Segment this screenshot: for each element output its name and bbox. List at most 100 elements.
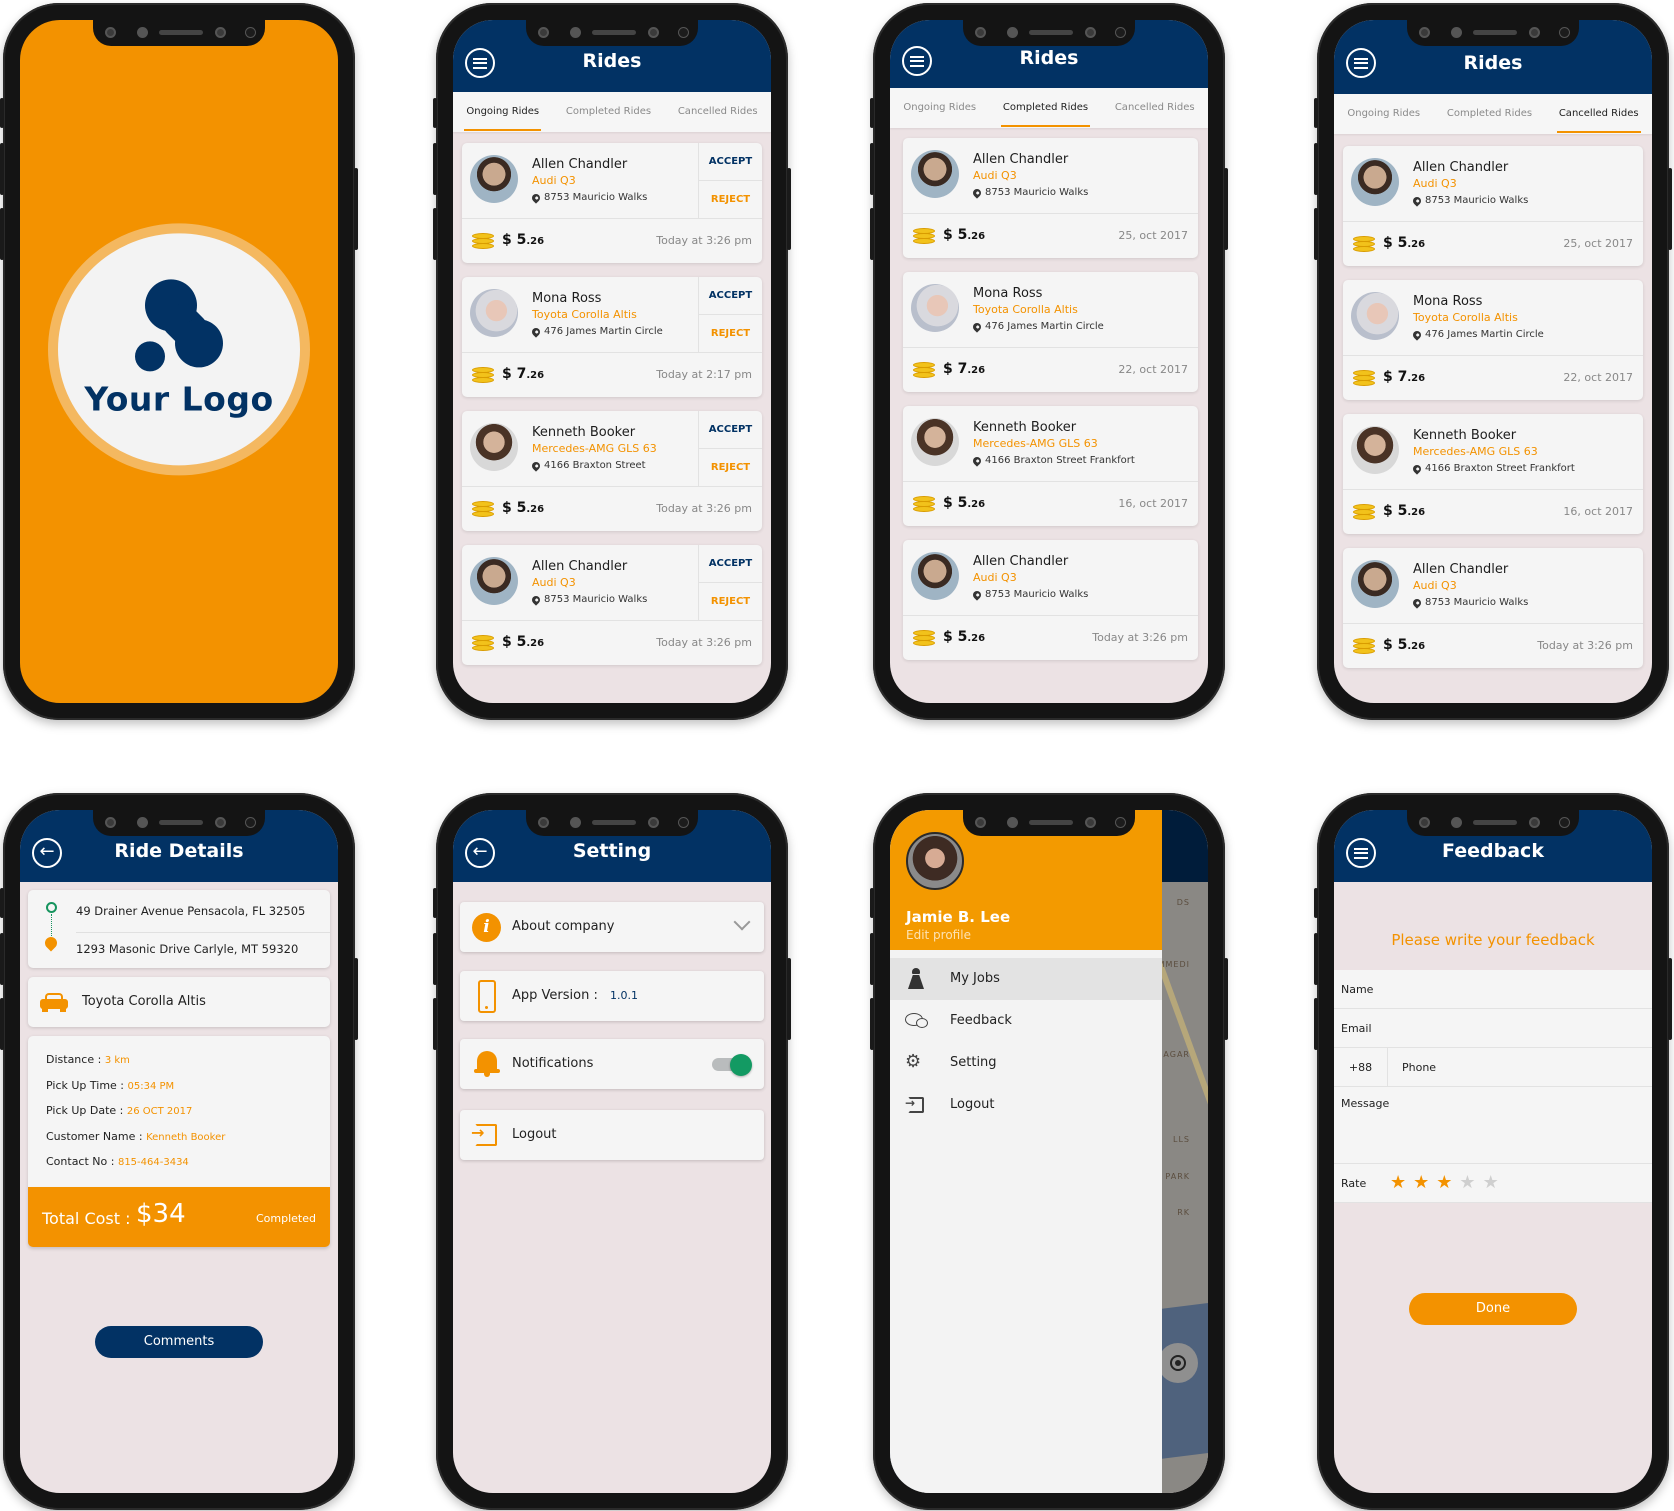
location-pin-icon xyxy=(530,593,542,606)
map-label: LLS xyxy=(1173,1135,1190,1144)
ride-info-panel: Distance : 3 km Pick Up Time : 05:34 PM Pi… xyxy=(28,1036,330,1188)
star-icon[interactable]: ★ xyxy=(1483,1174,1499,1192)
ride-card-fare: $ 5.26 Today at 3:26 pm xyxy=(903,617,1198,660)
car-model: Audi Q3 xyxy=(973,169,1017,182)
tab-cancelled-rides[interactable]: Cancelled Rides xyxy=(1113,88,1197,128)
car-model: Mercedes-AMG GLS 63 xyxy=(532,442,657,455)
email-field[interactable]: Email xyxy=(1334,1009,1652,1048)
comments-button[interactable]: Comments xyxy=(95,1326,263,1358)
total-cost-bar: Total Cost : $34 Completed xyxy=(28,1187,330,1247)
drawer-item-my-jobs[interactable]: My Jobs xyxy=(890,958,1162,1000)
star-icon[interactable]: ★ xyxy=(1459,1174,1475,1192)
avatar xyxy=(470,423,518,471)
tab-completed-rides[interactable]: Completed Rides xyxy=(1000,88,1091,128)
page-title: Setting xyxy=(572,840,652,862)
ride-card[interactable]: Allen Chandler Audi Q3 8753 Mauricio Walks… xyxy=(462,143,762,263)
ride-card[interactable]: Allen Chandler Audi Q3 8753 Mauricio Walks… xyxy=(1343,548,1643,668)
address-text: 8753 Mauricio Walks xyxy=(985,187,1089,198)
tab-cancelled-rides[interactable]: Cancelled Rides xyxy=(676,92,760,132)
ride-card[interactable]: Mona Ross Toyota Corolla Altis 476 James M… xyxy=(903,272,1198,392)
page-title: Rides xyxy=(1019,47,1079,69)
about-company-label: About company xyxy=(512,919,615,934)
drawer-item-logout[interactable]: Logout xyxy=(890,1084,1162,1126)
address-text: 8753 Mauricio Walks xyxy=(1425,195,1529,206)
avatar xyxy=(470,155,518,203)
tab-completed-rides[interactable]: Completed Rides xyxy=(1445,94,1534,134)
tab-ongoing-rides[interactable]: Ongoing Rides xyxy=(1345,94,1422,134)
star-rating[interactable]: ★ ★ ★ ★ ★ xyxy=(1390,1174,1499,1192)
notifications-toggle[interactable] xyxy=(712,1054,752,1076)
rides-screen: Rides Ongoing Rides Completed Rides Cancel… xyxy=(453,20,771,703)
location-pin-icon xyxy=(1411,462,1423,475)
accept-button[interactable]: ACCEPT xyxy=(699,411,762,449)
chat-icon xyxy=(905,1013,928,1028)
rides-screen: Rides Ongoing Rides Completed Rides Cancel… xyxy=(1334,20,1652,703)
location-pin-icon xyxy=(971,320,983,333)
tab-ongoing-rides[interactable]: Ongoing Rides xyxy=(901,88,978,128)
ride-card[interactable]: Mona Ross Toyota Corolla Altis 476 James M… xyxy=(462,277,762,397)
pickup-address: 8753 Mauricio Walks xyxy=(971,186,1089,199)
ride-card[interactable]: Kenneth Booker Mercedes-AMG GLS 63 4166 Br… xyxy=(1343,414,1643,534)
done-button[interactable]: Done xyxy=(1409,1293,1577,1325)
ride-time: 25, oct 2017 xyxy=(1118,229,1188,242)
pickup-address: 476 James Martin Circle xyxy=(1411,328,1544,341)
message-field[interactable]: Message xyxy=(1334,1087,1652,1164)
ride-card[interactable]: Allen Chandler Audi Q3 8753 Mauricio Walks… xyxy=(903,138,1198,258)
driver-icon xyxy=(908,968,924,990)
ride-time: Today at 3:26 pm xyxy=(656,234,752,247)
ride-card[interactable]: Kenneth Booker Mercedes-AMG GLS 63 4166 Br… xyxy=(462,411,762,531)
phone-side-button xyxy=(0,98,4,128)
fare-main: 5 xyxy=(516,232,527,248)
accept-button[interactable]: ACCEPT xyxy=(699,277,762,315)
country-code-field[interactable]: +88 xyxy=(1334,1048,1388,1087)
address-text: 476 James Martin Circle xyxy=(544,326,663,337)
ride-card[interactable]: Allen Chandler Audi Q3 8753 Mauricio Walks… xyxy=(1343,146,1643,266)
fare-cents: .26 xyxy=(1407,641,1426,652)
passenger-name: Mona Ross xyxy=(532,291,602,306)
coins-icon xyxy=(913,362,935,380)
phone-field[interactable]: Phone xyxy=(1402,1061,1436,1074)
avatar[interactable] xyxy=(906,832,964,890)
accept-button[interactable]: ACCEPT xyxy=(699,545,762,583)
currency: $ xyxy=(1383,503,1393,519)
drawer-item-setting[interactable]: ⚙ Setting xyxy=(890,1042,1162,1084)
ride-tabs: Ongoing Rides Completed Rides Cancelled Ri… xyxy=(1334,94,1652,134)
reject-button[interactable]: REJECT xyxy=(699,315,762,352)
fare-main: 5 xyxy=(1397,637,1408,653)
fare: $ 5.26 xyxy=(1383,235,1425,251)
currency: $ xyxy=(1383,369,1393,385)
pickup-address: 8753 Mauricio Walks xyxy=(530,191,647,204)
phone-rides-cancelled: Rides Ongoing Rides Completed Rides Cancel… xyxy=(1314,3,1672,720)
star-icon[interactable]: ★ xyxy=(1390,1174,1406,1192)
accept-button[interactable]: ACCEPT xyxy=(699,143,762,181)
tab-completed-rides[interactable]: Completed Rides xyxy=(564,92,653,132)
edit-profile-link[interactable]: Edit profile xyxy=(906,928,971,942)
ride-card[interactable]: Mona Ross Toyota Corolla Altis 476 James M… xyxy=(1343,280,1643,400)
dropoff-address: 1293 Masonic Drive Carlyle, MT 59320 xyxy=(76,942,299,956)
ride-card[interactable]: Kenneth Booker Mercedes-AMG GLS 63 4166 Br… xyxy=(903,406,1198,526)
name-field[interactable]: Name xyxy=(1334,970,1652,1009)
my-location-button[interactable] xyxy=(1158,1343,1198,1383)
ride-card[interactable]: Allen Chandler Audi Q3 8753 Mauricio Walks… xyxy=(462,545,762,665)
fare-main: 5 xyxy=(1397,503,1408,519)
reject-button[interactable]: REJECT xyxy=(699,449,762,486)
reject-button[interactable]: REJECT xyxy=(699,583,762,620)
tab-ongoing-rides[interactable]: Ongoing Rides xyxy=(464,92,541,132)
ride-card[interactable]: Allen Chandler Audi Q3 8753 Mauricio Walks… xyxy=(903,540,1198,660)
fare: $ 5.26 xyxy=(943,227,985,243)
car-model: Audi Q3 xyxy=(973,571,1017,584)
rating-row: Rate ★ ★ ★ ★ ★ xyxy=(1334,1164,1652,1203)
reject-button[interactable]: REJECT xyxy=(699,181,762,218)
drawer-item-feedback[interactable]: Feedback xyxy=(890,1000,1162,1042)
tab-cancelled-rides[interactable]: Cancelled Rides xyxy=(1556,94,1641,134)
pickup-address: 8753 Mauricio Walks xyxy=(1411,194,1529,207)
logout-item[interactable]: Logout xyxy=(460,1110,764,1160)
star-icon[interactable]: ★ xyxy=(1436,1174,1452,1192)
ride-card-info: Mona Ross Toyota Corolla Altis 476 James M… xyxy=(903,272,1198,348)
address-text: 4166 Braxton Street xyxy=(544,460,646,471)
pickup-address: 8753 Mauricio Walks xyxy=(1411,596,1528,609)
about-company-item[interactable]: i About company xyxy=(460,902,764,952)
star-icon[interactable]: ★ xyxy=(1413,1174,1429,1192)
coins-icon xyxy=(1353,504,1375,522)
phone-rides-completed: Rides Ongoing Rides Completed Rides Cancel… xyxy=(870,3,1228,720)
